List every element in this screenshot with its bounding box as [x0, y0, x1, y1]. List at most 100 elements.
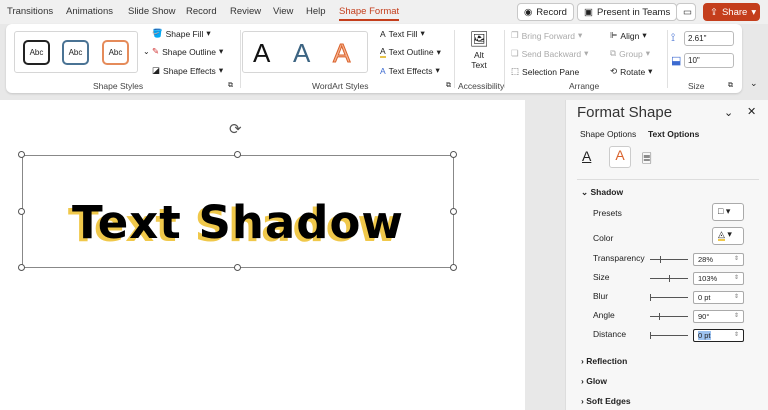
- shape-fill-button[interactable]: 🪣 Shape Fill ▾: [152, 28, 211, 39]
- size-slider[interactable]: [650, 275, 688, 282]
- resize-handle[interactable]: [18, 264, 25, 271]
- shape-style-preview[interactable]: Abc: [102, 40, 129, 65]
- height-input[interactable]: 2.61": [684, 31, 734, 46]
- angle-slider[interactable]: [650, 313, 688, 320]
- height-icon: ⟟: [671, 32, 676, 44]
- transparency-input[interactable]: 28% ⇕: [693, 253, 744, 266]
- wordart-preview[interactable]: A: [293, 38, 310, 69]
- slider-thumb[interactable]: [669, 275, 670, 282]
- dialog-launcher-icon[interactable]: ⧉: [228, 82, 233, 90]
- soft-edges-section-header[interactable]: › Soft Edges: [581, 396, 631, 406]
- collapse-ribbon-icon[interactable]: ⌄: [750, 78, 758, 89]
- group-label: Accessibility: [458, 81, 505, 91]
- spinner-icon[interactable]: ⇕: [734, 312, 739, 319]
- selection-pane-button[interactable]: ⬚ Selection Pane: [511, 66, 579, 77]
- tab-shape-options[interactable]: Shape Options: [580, 129, 636, 139]
- present-in-teams-button[interactable]: ▣ Present in Teams: [577, 3, 678, 21]
- angle-value: 90°: [698, 312, 710, 321]
- resize-handle[interactable]: [450, 264, 457, 271]
- spinner-icon[interactable]: ⇕: [734, 255, 739, 262]
- effects-icon: ◪: [152, 65, 161, 75]
- spinner-icon[interactable]: ⇕: [734, 293, 739, 300]
- record-button[interactable]: ◉ Record: [517, 3, 574, 21]
- slide-canvas: Text Shadow ⟳: [0, 100, 525, 410]
- slider-thumb[interactable]: [659, 313, 660, 320]
- text-outline-icon: A: [380, 46, 386, 58]
- shape-style-preview[interactable]: Abc: [23, 40, 50, 65]
- send-backward-button[interactable]: ❏ Send Backward ▾: [511, 48, 588, 59]
- tab-review[interactable]: Review: [230, 6, 261, 17]
- text-fill-button[interactable]: A Text Fill ▾: [380, 28, 425, 39]
- share-button[interactable]: ⇪ Share ▾: [703, 3, 760, 21]
- text-box[interactable]: Text Shadow: [22, 155, 454, 268]
- gallery-scroll-icon[interactable]: ⌄: [143, 47, 150, 56]
- width-input[interactable]: 10": [684, 53, 734, 68]
- tab-transitions[interactable]: Transitions: [7, 6, 53, 17]
- slider-thumb[interactable]: [660, 256, 661, 263]
- tab-animations[interactable]: Animations: [66, 6, 113, 17]
- resize-handle[interactable]: [450, 208, 457, 215]
- chevron-down-icon[interactable]: ⌄: [724, 106, 733, 119]
- share-icon: ⇪: [710, 6, 718, 18]
- text-fill-outline-icon[interactable]: A: [582, 148, 591, 164]
- text-outline-button[interactable]: A Text Outline ▾: [380, 46, 441, 58]
- comments-button[interactable]: ▭: [676, 3, 696, 21]
- divider: [577, 179, 759, 180]
- textbox-icon[interactable]: 🗏: [642, 150, 652, 171]
- text-shadow-text[interactable]: Text Shadow: [23, 196, 453, 249]
- spinner-icon[interactable]: ⇕: [734, 274, 739, 281]
- angle-label: Angle: [593, 310, 615, 320]
- tab-text-options[interactable]: Text Options: [648, 129, 699, 139]
- tab-shape-format[interactable]: Shape Format: [339, 6, 400, 21]
- tab-help[interactable]: Help: [306, 6, 326, 17]
- text-effects-icon[interactable]: A: [609, 146, 631, 168]
- size-label: Size: [593, 272, 610, 282]
- text-effects-button[interactable]: A Text Effects ▾: [380, 65, 440, 76]
- dialog-launcher-icon[interactable]: ⧉: [728, 82, 733, 90]
- presets-label: Presets: [593, 208, 622, 218]
- format-shape-pane: Format Shape ⌄ ✕ Shape Options Text Opti…: [565, 100, 768, 410]
- group-button[interactable]: ⧉ Group ▾: [610, 48, 650, 59]
- resize-handle[interactable]: [18, 151, 25, 158]
- resize-handle[interactable]: [234, 264, 241, 271]
- wordart-preview[interactable]: A: [332, 38, 350, 69]
- presets-dropdown[interactable]: □ ▾: [712, 203, 744, 221]
- wordart-gallery[interactable]: A A A: [242, 31, 368, 73]
- angle-input[interactable]: 90° ⇕: [693, 310, 744, 323]
- rotate-button[interactable]: ⟲ Rotate ▾: [610, 66, 652, 77]
- distance-slider[interactable]: [650, 332, 688, 339]
- pane-title: Format Shape: [577, 104, 673, 121]
- transparency-slider[interactable]: [650, 256, 688, 263]
- shape-outline-label: Shape Outline: [162, 46, 216, 57]
- shape-outline-button[interactable]: ✎ Shape Outline ▾: [152, 46, 223, 57]
- size-input[interactable]: 103% ⇕: [693, 272, 744, 285]
- resize-handle[interactable]: [450, 151, 457, 158]
- slider-thumb[interactable]: [650, 332, 651, 339]
- spinner-icon[interactable]: ⇕: [734, 331, 739, 338]
- glow-section-header[interactable]: › Glow: [581, 376, 607, 386]
- align-button[interactable]: ⊫ Align ▾: [610, 30, 647, 41]
- close-icon[interactable]: ✕: [747, 105, 756, 118]
- distance-input[interactable]: 0 pt ⇕: [693, 329, 744, 342]
- shape-effects-button[interactable]: ◪ Shape Effects ▾: [152, 65, 223, 76]
- tab-slide-show[interactable]: Slide Show: [128, 6, 176, 17]
- slider-thumb[interactable]: [650, 294, 651, 301]
- color-dropdown[interactable]: ◬ ▾: [712, 227, 744, 245]
- blur-input[interactable]: 0 pt ⇕: [693, 291, 744, 304]
- blur-slider[interactable]: [650, 294, 688, 301]
- shape-style-preview[interactable]: Abc: [62, 40, 89, 65]
- reflection-section-header[interactable]: › Reflection: [581, 356, 627, 366]
- tab-record[interactable]: Record: [186, 6, 217, 17]
- resize-handle[interactable]: [18, 208, 25, 215]
- alt-text-button[interactable]: 🖼 Alt Text: [461, 30, 497, 70]
- shadow-heading: Shadow: [590, 187, 624, 197]
- wordart-preview[interactable]: A: [253, 38, 270, 69]
- record-label: Record: [536, 6, 567, 18]
- dialog-launcher-icon[interactable]: ⧉: [446, 82, 451, 90]
- resize-handle[interactable]: [234, 151, 241, 158]
- bring-forward-button[interactable]: ❐ Bring Forward ▾: [511, 30, 582, 41]
- rotate-handle-icon[interactable]: ⟳: [229, 120, 242, 138]
- shape-styles-gallery[interactable]: Abc Abc Abc ⌄: [14, 31, 150, 73]
- tab-view[interactable]: View: [273, 6, 293, 17]
- shadow-section-header[interactable]: ⌄ Shadow: [581, 187, 623, 198]
